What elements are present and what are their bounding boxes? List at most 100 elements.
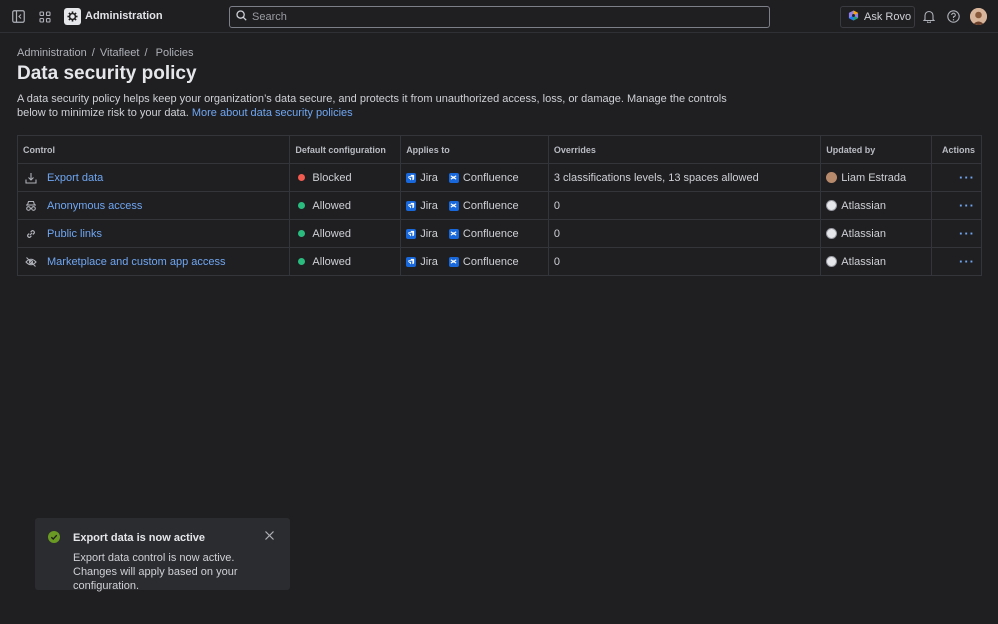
column-header-overrides: Overrides [547, 136, 820, 163]
jira-logo-icon [406, 256, 417, 267]
status-label: Allowed [312, 227, 351, 240]
table-row: Public links Allowed Jira Confluence 0 A… [18, 219, 981, 247]
product-label: Jira [420, 255, 438, 268]
jira-logo-icon [406, 200, 417, 211]
control-cell: Anonymous access [18, 192, 289, 219]
overrides-cell: 0 [547, 220, 820, 247]
column-header-actions: Actions [931, 136, 981, 163]
product-jira: Jira [406, 200, 438, 212]
updated-by-cell: Atlassian [820, 192, 931, 219]
breadcrumb: Administration / Vitafleet / Policies [17, 47, 194, 59]
user-avatar [826, 172, 838, 183]
page-description: A data security policy helps keep your o… [17, 92, 757, 120]
status-label: Blocked [312, 171, 352, 184]
actions-cell: ··· [931, 248, 981, 275]
applies-to-cell: Jira Confluence [400, 248, 548, 275]
search-box[interactable] [229, 6, 770, 28]
default-configuration-cell: Allowed [289, 192, 400, 219]
atlassian-avatar-icon [826, 228, 838, 239]
control-link[interactable]: Marketplace and custom app access [47, 256, 226, 268]
search-input[interactable] [252, 11, 752, 23]
product-label: Jira [420, 227, 438, 240]
product-label: Confluence [462, 199, 519, 212]
product-confluence: Confluence [448, 199, 519, 212]
breadcrumb-item[interactable]: Policies [156, 47, 194, 59]
breadcrumb-item[interactable]: Vitafleet [100, 47, 140, 59]
control-link[interactable]: Anonymous access [47, 200, 142, 212]
success-check-icon [48, 531, 60, 546]
default-configuration-cell: Blocked [289, 164, 400, 191]
control-link[interactable]: Public links [47, 228, 102, 240]
actions-cell: ··· [931, 220, 981, 247]
top-navigation-bar: Administration Ask Rovo [0, 0, 998, 33]
default-configuration-cell: Allowed [289, 220, 400, 247]
control-cell: Public links [18, 220, 289, 247]
more-actions-icon[interactable]: ··· [959, 254, 975, 269]
controls-table: Control Default configuration Applies to… [17, 135, 982, 276]
toast-body: Export data control is now active. Chang… [73, 552, 238, 592]
column-header-default-configuration: Default configuration [289, 136, 400, 163]
product-confluence: Confluence [448, 227, 519, 240]
confluence-logo-icon [448, 200, 459, 211]
control-cell: Export data [18, 164, 289, 191]
confluence-logo-icon [448, 256, 459, 267]
product-confluence: Confluence [448, 255, 519, 268]
jira-logo-icon [406, 228, 417, 239]
status-label: Allowed [312, 199, 351, 212]
updated-by-cell: Atlassian [820, 220, 931, 247]
overrides-cell: 3 classifications levels, 13 spaces allo… [547, 164, 820, 191]
product-confluence: Confluence [448, 171, 519, 184]
atlassian-avatar-icon [826, 200, 838, 211]
close-icon[interactable] [264, 530, 275, 544]
updated-by-cell: Liam Estrada [820, 164, 931, 191]
confluence-logo-icon [448, 228, 459, 239]
learn-more-link[interactable]: More about data security policies [192, 107, 353, 119]
overrides-cell: 0 [547, 192, 820, 219]
updated-by-cell: Atlassian [820, 248, 931, 275]
help-icon[interactable] [945, 8, 962, 25]
user-avatar[interactable] [970, 8, 987, 25]
notifications-bell-icon[interactable] [920, 8, 937, 25]
product-label: Confluence [462, 171, 519, 184]
updated-by-name: Atlassian [841, 199, 886, 212]
control-link[interactable]: Export data [47, 172, 103, 184]
column-header-updated-by: Updated by [820, 136, 931, 163]
applies-to-cell: Jira Confluence [400, 220, 548, 247]
applies-to-cell: Jira Confluence [400, 192, 548, 219]
more-actions-icon[interactable]: ··· [959, 170, 975, 185]
jira-logo-icon [406, 172, 417, 183]
column-header-applies-to: Applies to [400, 136, 548, 163]
product-jira: Jira [406, 256, 438, 268]
product-label: Jira [420, 199, 438, 212]
more-actions-icon[interactable]: ··· [959, 198, 975, 213]
status-dot [298, 202, 306, 209]
atlassian-avatar-icon [826, 256, 838, 267]
status-dot [298, 230, 306, 237]
product-jira: Jira [406, 228, 438, 240]
updated-by-name: Liam Estrada [841, 171, 907, 184]
app-switcher-icon[interactable] [36, 8, 53, 25]
product-label: Confluence [462, 255, 519, 268]
administration-logo-icon[interactable] [64, 8, 81, 25]
eye-off-icon [25, 255, 38, 268]
ask-rovo-button[interactable]: Ask Rovo [840, 6, 915, 28]
product-jira: Jira [406, 172, 438, 184]
breadcrumb-item[interactable]: Administration [17, 47, 87, 59]
success-toast: Export data is now active Export data co… [35, 518, 290, 592]
page-title: Data security policy [17, 63, 197, 84]
link-icon [25, 227, 38, 240]
table-row: Marketplace and custom app access Allowe… [18, 247, 981, 275]
default-configuration-cell: Allowed [289, 248, 400, 275]
ask-rovo-label: Ask Rovo [864, 11, 912, 23]
sidebar-toggle-icon[interactable] [10, 8, 27, 25]
status-dot [298, 174, 306, 181]
actions-cell: ··· [931, 164, 981, 191]
status-label: Allowed [312, 255, 351, 268]
app-title[interactable]: Administration [85, 10, 163, 22]
product-label: Confluence [462, 227, 519, 240]
applies-to-cell: Jira Confluence [400, 164, 548, 191]
product-label: Jira [420, 171, 438, 184]
confluence-logo-icon [448, 172, 459, 183]
table-header-row: Control Default configuration Applies to… [18, 136, 981, 163]
more-actions-icon[interactable]: ··· [959, 226, 975, 241]
